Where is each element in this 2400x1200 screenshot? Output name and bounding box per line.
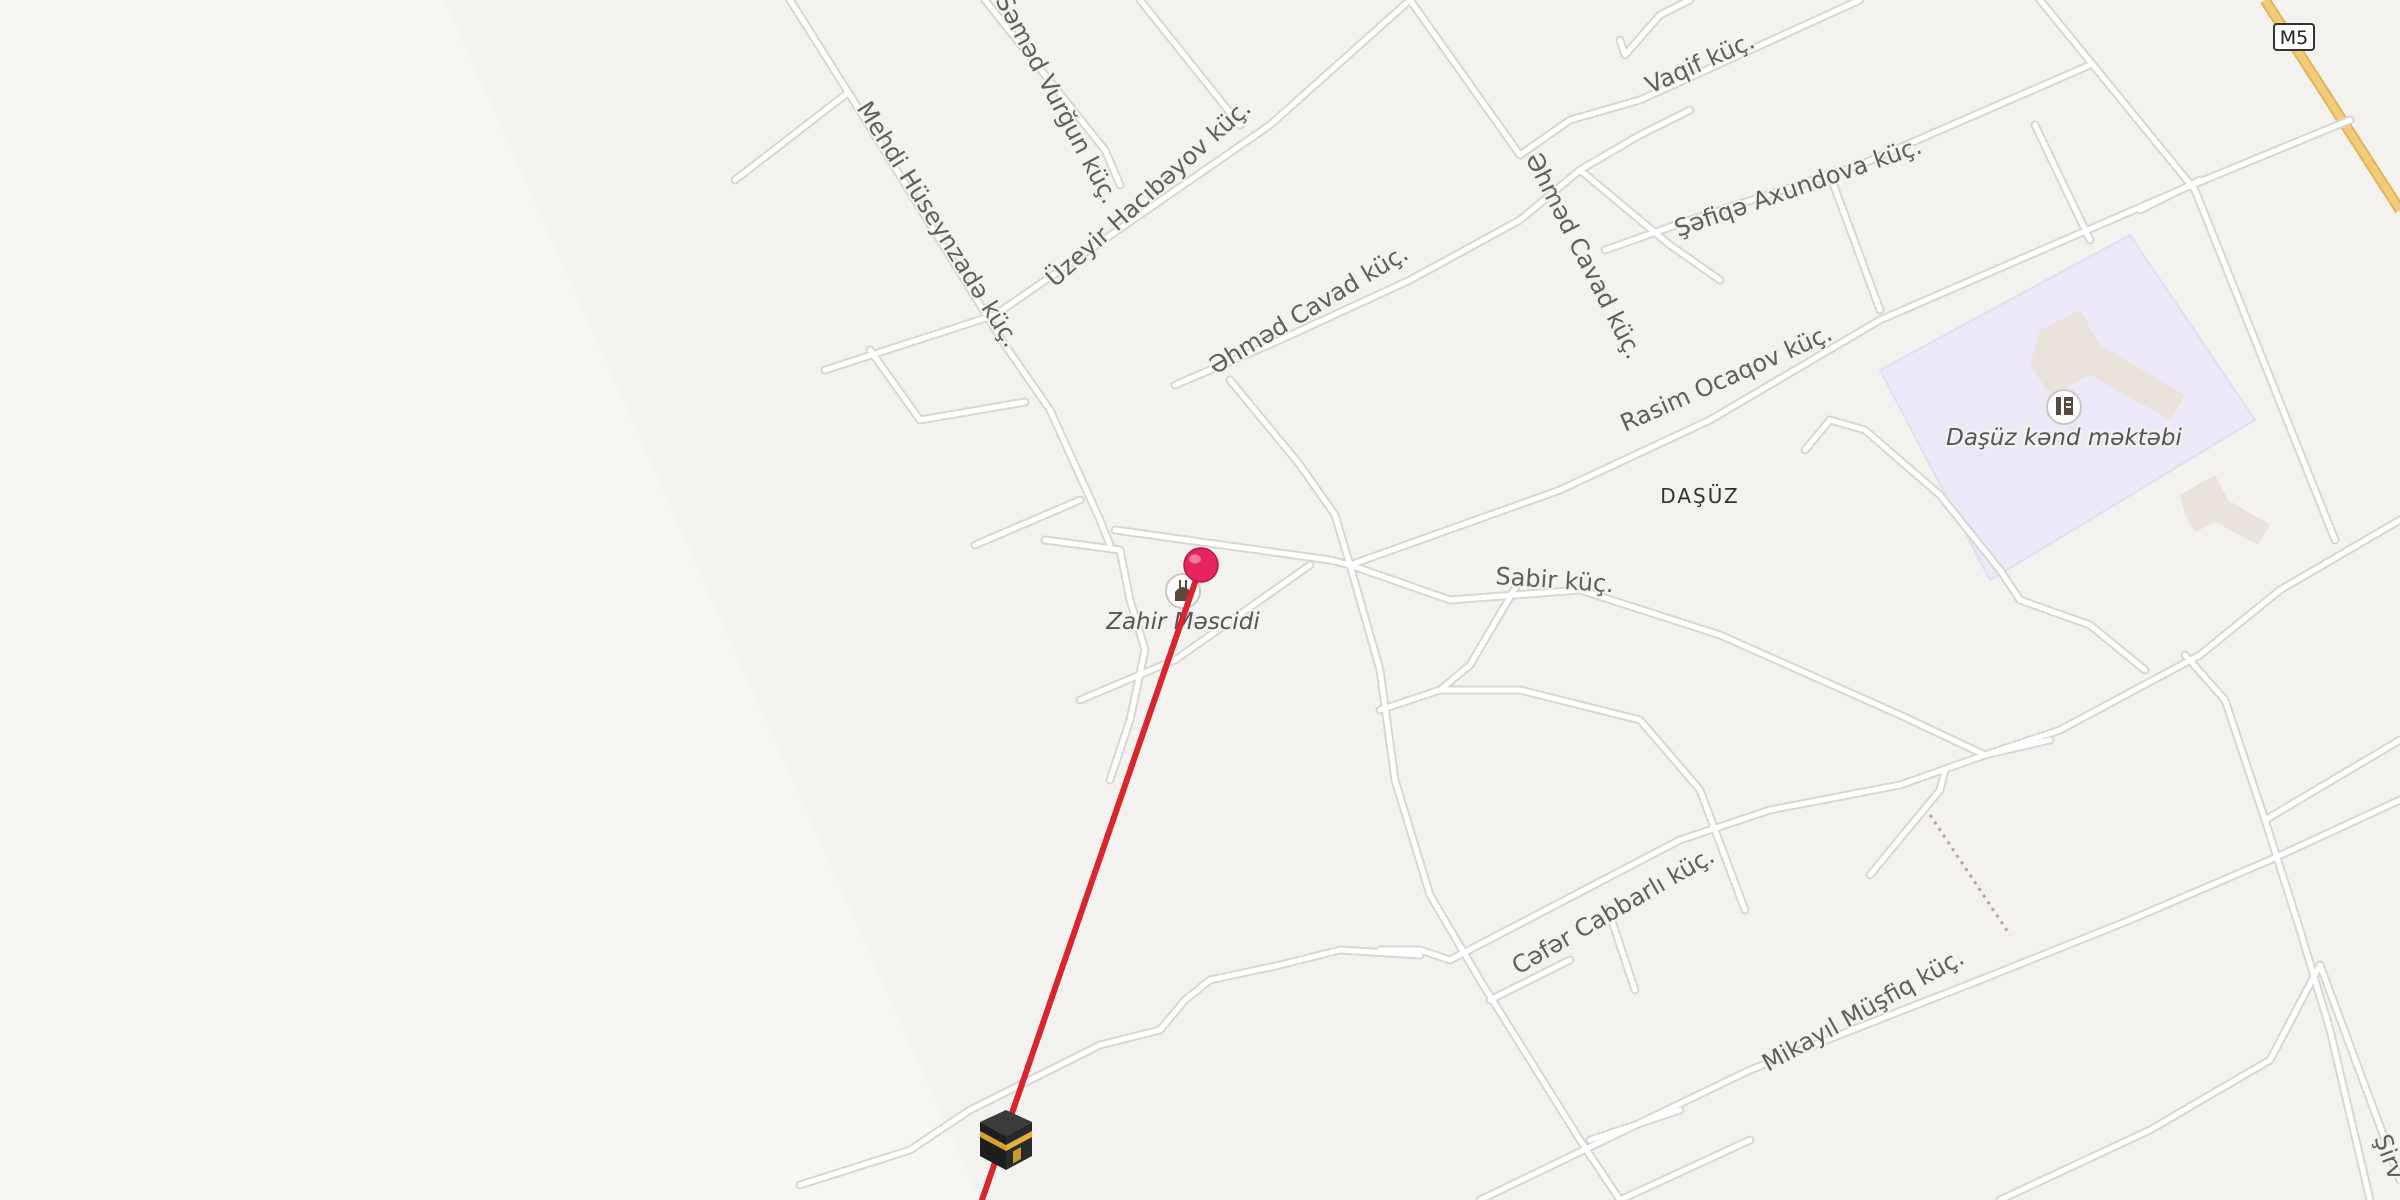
highway-shield-label: M5 (2280, 27, 2308, 49)
village-label: DAŞÜZ (1660, 484, 1739, 508)
pin-icon[interactable] (1183, 547, 1219, 583)
school-icon (2046, 389, 2082, 425)
school-label: Daşüz kənd məktəbi (1946, 425, 2182, 451)
highway-shield: M5 (2273, 23, 2315, 51)
map-canvas[interactable]: M5 Səməd Vurğun küç. Mehdi Hüseynzadə kü… (0, 0, 2400, 1200)
